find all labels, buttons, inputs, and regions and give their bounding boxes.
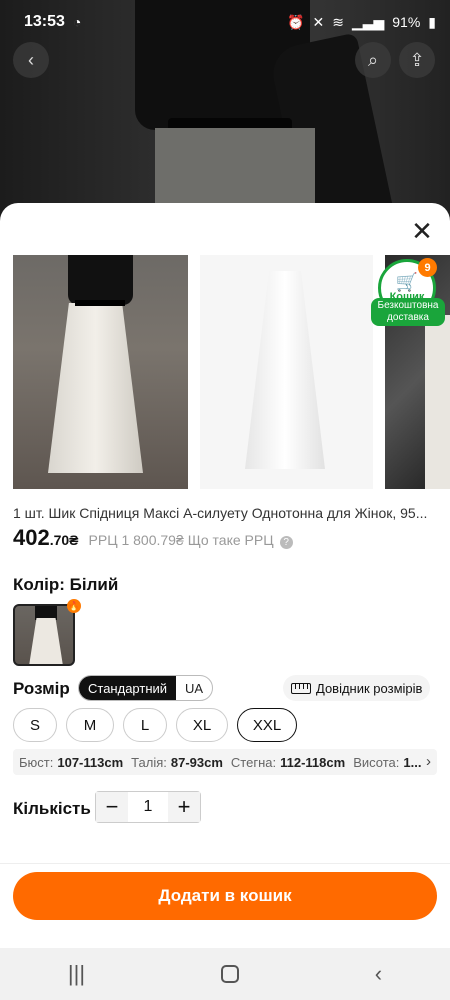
back-button[interactable]: ‹ <box>13 42 49 78</box>
image-belt <box>75 300 125 306</box>
quantity-decrease-button[interactable]: − <box>96 792 128 822</box>
system-navigation-bar: ||| ‹ <box>0 948 450 1000</box>
quantity-value[interactable]: 1 <box>128 792 168 822</box>
size-standard-default[interactable]: Стандартний <box>79 676 177 700</box>
rrp-price: РРЦ 1 800.79₴ <box>88 532 184 548</box>
battery-icon: ▮ <box>428 13 436 30</box>
size-option-l[interactable]: L <box>123 708 167 742</box>
size-option-xl[interactable]: XL <box>176 708 228 742</box>
battery-percent: 91% <box>392 14 421 30</box>
divider <box>0 863 450 864</box>
size-standard-ua[interactable]: UA <box>176 676 212 700</box>
cart-shortcut[interactable]: 🛒 Кошик 9 Безкоштовна доставка <box>371 258 445 326</box>
bust-value: 107-113cm <box>57 754 124 770</box>
add-to-cart-sheet: ✕ 🛒 Кошик 9 Безкоштовна доставка 1 шт. Ш… <box>0 203 450 948</box>
bust-label: Бюст: <box>19 754 54 770</box>
signal-icon: ▁▃▅ <box>351 13 385 30</box>
hips-label: Стегна: <box>230 754 277 770</box>
product-image-1[interactable] <box>13 255 188 489</box>
waist-value: 87-93cm <box>170 754 223 770</box>
system-back-button[interactable]: ‹ <box>375 961 382 987</box>
recent-apps-button[interactable]: ||| <box>68 961 85 987</box>
size-option-s[interactable]: S <box>13 708 57 742</box>
free-delivery-badge: Безкоштовна доставка <box>371 298 445 326</box>
size-option-xxl[interactable]: XXL <box>237 708 297 742</box>
home-button[interactable] <box>220 965 239 983</box>
height-value: 1... <box>403 754 422 770</box>
add-to-cart-button[interactable]: Додати в кошик <box>13 872 437 920</box>
chevron-right-icon: › <box>422 753 431 770</box>
question-icon[interactable]: ? <box>279 536 293 549</box>
product-title: 1 шт. Шик Спідниця Максі А-силуету Однот… <box>13 505 428 521</box>
share-icon: ⇪ <box>409 49 425 70</box>
swatch-skirt <box>29 618 63 664</box>
quantity-increase-button[interactable]: + <box>168 792 200 822</box>
size-guide-label: Довідник розмірів <box>316 680 423 696</box>
close-button[interactable]: ✕ <box>408 215 436 246</box>
hips-value: 112-118cm <box>280 754 346 770</box>
mute-icon: ✕ <box>312 13 325 30</box>
app-notification-icon: ◔ <box>72 14 82 30</box>
image-top <box>68 255 133 305</box>
search-icon: ⌕ <box>367 49 379 70</box>
search-button[interactable]: ⌕ <box>355 42 391 78</box>
cart-count-badge: 9 <box>418 258 437 277</box>
size-standard-toggle: Стандартний UA <box>78 675 214 701</box>
chevron-left-icon: ‹ <box>28 49 34 70</box>
wifi-icon: ≋ <box>332 13 344 30</box>
height-label: Висота: <box>353 754 400 770</box>
size-measurements[interactable]: Бюст: 107-113cm Талія: 87-93cm Стегна: 112-… <box>13 749 437 775</box>
quantity-label: Кількість <box>13 799 91 818</box>
size-guide-button[interactable]: Довідник розмірів <box>283 675 431 701</box>
price-row: 402 .70₴ РРЦ 1 800.79₴ Що таке РРЦ ? <box>13 525 293 551</box>
price-main: 402 <box>13 525 50 550</box>
close-icon: ✕ <box>411 215 433 246</box>
status-time: 13:53 <box>24 13 65 30</box>
color-swatch-white[interactable] <box>13 604 75 666</box>
share-button[interactable]: ⇪ <box>399 42 435 78</box>
fire-icon: 🔥 <box>67 599 81 613</box>
image-skirt <box>245 271 325 469</box>
image-skirt <box>425 315 450 489</box>
quantity-stepper: − 1 + <box>95 791 201 823</box>
status-bar: 13:53 ◔ ⏰ ✕ ≋ ▁▃▅ 91% ▮ <box>0 0 450 44</box>
image-skirt <box>48 303 143 473</box>
swatch-top <box>35 606 57 620</box>
ruler-icon <box>291 682 311 694</box>
rrp-help-link[interactable]: Що таке РРЦ <box>188 532 274 548</box>
size-label: Розмір <box>13 679 70 698</box>
waist-label: Талія: <box>131 754 167 770</box>
size-options: S M L XL XXL <box>13 708 297 742</box>
price-cents: .70₴ <box>49 532 79 548</box>
cart-icon: 🛒 <box>395 272 419 292</box>
size-option-m[interactable]: M <box>66 708 114 742</box>
color-label: Колір: Білий <box>13 575 119 594</box>
alarm-icon: ⏰ <box>287 13 305 30</box>
product-image-2[interactable] <box>200 255 373 489</box>
